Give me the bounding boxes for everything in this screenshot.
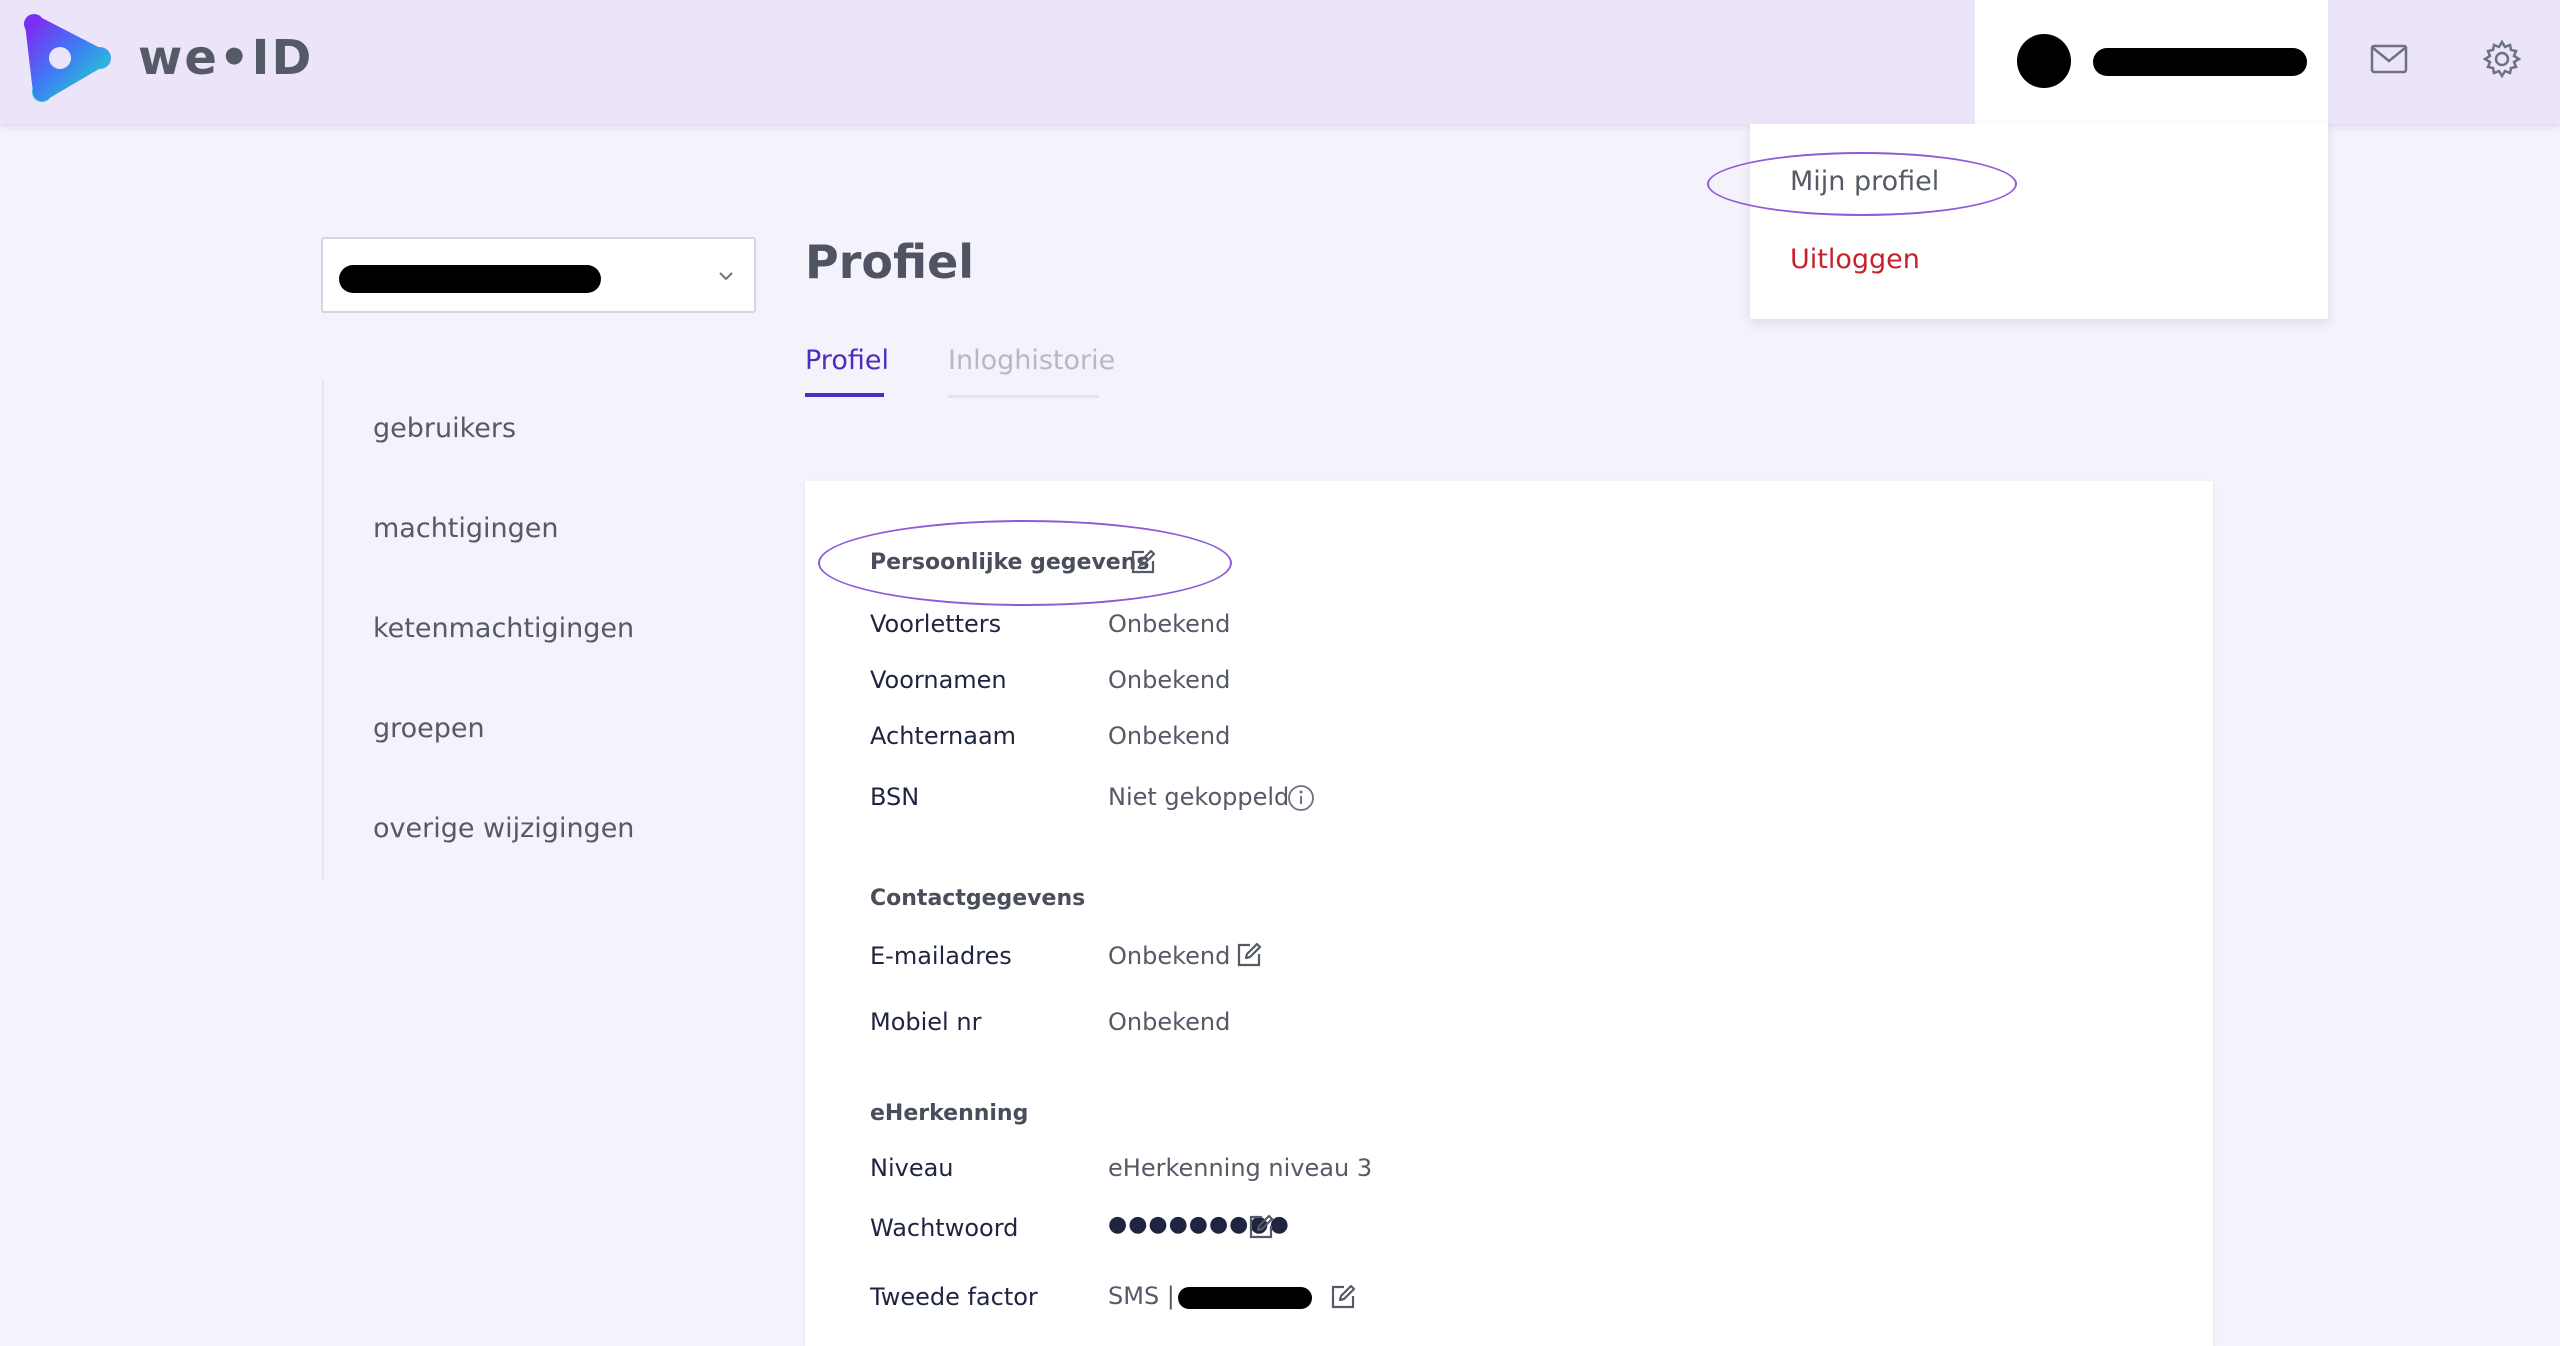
logo-mark-icon <box>24 14 111 102</box>
section-title-eherkenning: eHerkenning <box>870 1101 1029 1126</box>
mail-icon[interactable] <box>2370 44 2408 74</box>
edit-icon[interactable] <box>1330 1284 1356 1310</box>
field-value-voornamen: Onbekend <box>1108 666 1231 694</box>
edit-icon[interactable] <box>1248 1214 1274 1240</box>
page-title: Profiel <box>805 235 975 289</box>
field-label-niveau: Niveau <box>870 1154 954 1182</box>
edit-icon[interactable] <box>1236 942 1262 968</box>
info-icon[interactable] <box>1287 784 1315 812</box>
sidebar-item-gebruikers[interactable]: gebruikers <box>373 413 516 444</box>
tab-inloghistorie[interactable]: Inloghistorie <box>948 345 1115 376</box>
chevron-down-icon <box>719 272 733 281</box>
field-label-bsn: BSN <box>870 783 920 811</box>
sidebar-item-ketenmachtigingen[interactable]: ketenmachtigingen <box>373 613 634 644</box>
field-value-mobiel: Onbekend <box>1108 1008 1231 1036</box>
field-value-bsn: Niet gekoppeld <box>1108 783 1290 811</box>
field-value-email: Onbekend <box>1108 942 1231 970</box>
field-label-voornamen: Voornamen <box>870 666 1007 694</box>
section-title-contact: Contactgegevens <box>870 886 1086 911</box>
menu-item-mijn-profiel[interactable]: Mijn profiel <box>1790 166 1939 197</box>
field-value-achternaam: Onbekend <box>1108 722 1231 750</box>
field-value-voorletters: Onbekend <box>1108 610 1231 638</box>
field-value-niveau: eHerkenning niveau 3 <box>1108 1154 1373 1182</box>
user-name-redacted <box>2093 48 2307 76</box>
sidebar-divider <box>322 380 324 880</box>
logo-text: we•ID <box>138 30 314 86</box>
section-title-personal: Persoonlijke gegevens <box>870 550 1150 575</box>
field-label-email: E-mailadres <box>870 942 1012 970</box>
sidebar-item-groepen[interactable]: groepen <box>373 713 485 744</box>
field-value-tweede-factor: SMS | <box>1108 1282 1175 1310</box>
tab-profiel[interactable]: Profiel <box>805 345 889 376</box>
tab-inactive-indicator <box>948 395 1099 398</box>
field-label-tweede-factor: Tweede factor <box>870 1283 1038 1311</box>
top-header: we•ID <box>0 0 2560 124</box>
field-label-mobiel: Mobiel nr <box>870 1008 982 1036</box>
user-menu-toggle[interactable] <box>1975 0 2328 124</box>
avatar <box>2017 34 2071 88</box>
sidebar-item-machtigingen[interactable]: machtigingen <box>373 513 559 544</box>
weid-logo[interactable]: we•ID <box>18 8 318 108</box>
field-label-voorletters: Voorletters <box>870 610 1002 638</box>
user-dropdown-menu: Mijn profiel Uitloggen <box>1707 124 2328 319</box>
account-select[interactable] <box>321 237 756 313</box>
field-label-wachtwoord: Wachtwoord <box>870 1214 1019 1242</box>
sidebar-item-overige-wijzigingen[interactable]: overige wijzigingen <box>373 813 634 844</box>
edit-icon[interactable] <box>1130 549 1156 575</box>
tab-active-indicator <box>805 393 884 397</box>
gear-icon[interactable] <box>2483 40 2521 78</box>
phone-number-redacted <box>1178 1287 1312 1309</box>
menu-item-uitloggen[interactable]: Uitloggen <box>1790 244 1920 275</box>
account-name-redacted <box>339 265 601 293</box>
field-label-achternaam: Achternaam <box>870 722 1017 750</box>
